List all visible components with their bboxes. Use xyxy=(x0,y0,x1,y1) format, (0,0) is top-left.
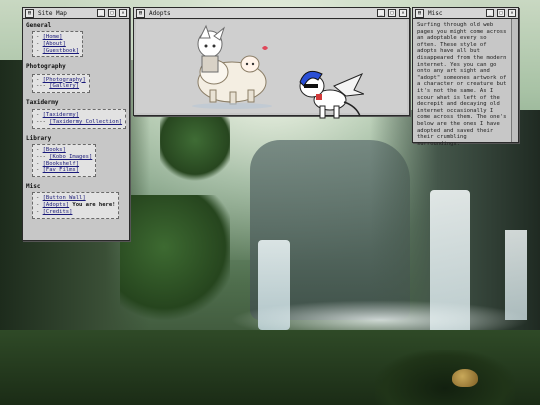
sitemap-link[interactable]: [Credits] xyxy=(43,209,73,215)
sitemap-link-prefix: - xyxy=(36,195,43,202)
sitemap-link-prefix: - xyxy=(36,208,43,215)
sitemap-link[interactable]: [About] xyxy=(43,41,66,47)
maximize-button[interactable]: □ xyxy=(497,9,505,17)
sitemap-link-prefix: - xyxy=(36,34,43,40)
tree-cluster xyxy=(120,195,230,325)
current-page-marker: You are here! xyxy=(69,201,116,208)
sitemap-link-prefix: --- xyxy=(36,153,50,160)
sitemap-link-prefix: --- xyxy=(36,119,50,126)
sitemap-link-prefix: - xyxy=(36,201,43,208)
sitemap-link-row: - [Photography] xyxy=(36,77,86,84)
sitemap-section-title: Taxidermy xyxy=(26,99,59,107)
sitemap-link[interactable]: [Gallery] xyxy=(49,83,79,89)
adopts-window: ▤ Adopts _ □ ✕ xyxy=(133,7,410,119)
sitemap-link-prefix: - xyxy=(36,76,43,83)
adopts-titlebar[interactable]: ▤ Adopts _ □ ✕ xyxy=(134,8,409,19)
minimize-button[interactable]: _ xyxy=(486,9,494,17)
sitemap-link[interactable]: [Books] xyxy=(43,147,66,153)
window-icon: ▤ xyxy=(415,8,424,18)
sitemap-link-row: --- [Kobo Images] xyxy=(36,154,92,161)
window-icon: ▤ xyxy=(25,8,34,18)
misc-scrollbar[interactable] xyxy=(511,19,518,142)
sitemap-link-row: - [Credits] xyxy=(36,209,115,216)
sitemap-link[interactable]: [Photography] xyxy=(43,77,86,83)
sitemap-link[interactable]: [Kobo Images] xyxy=(49,154,92,160)
sitemap-section-box: - [Books] --- [Kobo Images] - [Bookshelf] -… xyxy=(32,143,97,178)
misc-window: ▤ Misc _ □ ✕ Surfing through old web pag… xyxy=(412,7,519,147)
sitemap-link[interactable]: [Bookshelf] xyxy=(43,161,79,167)
adopts-display-area xyxy=(136,20,407,119)
sitemap-link-row: - [Bookshelf] xyxy=(36,161,92,168)
sitemap-link-row: - [Taxidermy] xyxy=(36,112,122,119)
close-button[interactable]: ✕ xyxy=(508,9,516,17)
sitemap-section-title: Photography xyxy=(26,63,66,71)
sitemap-link-row: --- [Gallery] xyxy=(36,83,86,90)
adopts-title: Adopts xyxy=(149,9,171,17)
sitemap-content: General - [Home] - [About] - [Guestbook] Pho… xyxy=(26,22,127,237)
sitemap-link-prefix: - xyxy=(36,160,43,167)
sitemap-section-box: - [Taxidermy] --- [Taxidermy Collection] xyxy=(32,109,127,129)
sitemap-link-row: - [Button Wall] xyxy=(36,195,115,202)
sitemap-section-box: - [Home] - [About] - [Guestbook] xyxy=(32,31,84,58)
sitemap-link-prefix: - xyxy=(36,47,43,54)
sitemap-link[interactable]: [Taxidermy Collection] xyxy=(49,119,122,125)
sitemap-link[interactable]: [Guestbook] xyxy=(43,48,79,54)
sitemap-section-title: Library xyxy=(26,134,52,142)
close-button[interactable]: ✕ xyxy=(399,9,407,17)
sitemap-link-row: - [About] xyxy=(36,41,79,48)
sitemap-link-row: - [Home] xyxy=(36,34,79,41)
sitemap-link-prefix: - xyxy=(36,146,43,153)
sitemap-link[interactable]: [Button Wall] xyxy=(43,195,86,201)
sitemap-section-box: - [Photography] --- [Gallery] xyxy=(32,73,90,94)
maximize-button[interactable]: □ xyxy=(108,9,116,17)
minimize-button[interactable]: _ xyxy=(377,9,385,17)
misc-title: Misc xyxy=(428,9,443,17)
adopt-white-creature-image[interactable] xyxy=(184,24,272,110)
sitemap-title: Site Map xyxy=(38,9,67,17)
sitemap-link[interactable]: [Fav Films] xyxy=(43,167,79,173)
sitemap-link[interactable]: [Home] xyxy=(43,34,63,40)
adopt-winged-creature-image[interactable] xyxy=(294,64,364,120)
sitemap-section-title: Misc xyxy=(26,183,41,191)
window-icon: ▤ xyxy=(136,8,145,18)
sitemap-link-row: --- [Taxidermy Collection] xyxy=(36,119,122,126)
sitemap-link-prefix: - xyxy=(36,112,43,119)
sitemap-section-title: General xyxy=(26,22,52,29)
sitemap-section-box: - [Button Wall] - [Adopts] You are here! -… xyxy=(32,192,120,219)
sitemap-titlebar[interactable]: ▤ Site Map _ □ ✕ xyxy=(23,8,129,19)
maximize-button[interactable]: □ xyxy=(388,9,396,17)
misc-titlebar[interactable]: ▤ Misc _ □ ✕ xyxy=(413,8,518,19)
sitemap-link-prefix: - xyxy=(36,40,43,47)
close-button[interactable]: ✕ xyxy=(119,9,127,17)
minimize-button[interactable]: _ xyxy=(97,9,105,17)
sitemap-link-row: - [Guestbook] xyxy=(36,48,79,55)
sitemap-link-prefix: --- xyxy=(36,83,50,90)
sitemap-link[interactable]: [Adopts] xyxy=(43,202,70,208)
foreground-bush xyxy=(375,350,515,405)
turtle-sprite xyxy=(452,369,478,387)
misc-body-text: Surfing through old web pages you might … xyxy=(417,22,507,147)
sitemap-window: ▤ Site Map _ □ ✕ General - [Home] - [About… xyxy=(22,7,130,241)
sitemap-link-row: - [Adopts] You are here! xyxy=(36,202,115,209)
sitemap-link-row: - [Books] xyxy=(36,147,92,154)
sitemap-link-prefix: - xyxy=(36,167,43,174)
sitemap-link-row: - [Fav Films] xyxy=(36,167,92,174)
sitemap-link[interactable]: [Taxidermy] xyxy=(43,112,79,118)
